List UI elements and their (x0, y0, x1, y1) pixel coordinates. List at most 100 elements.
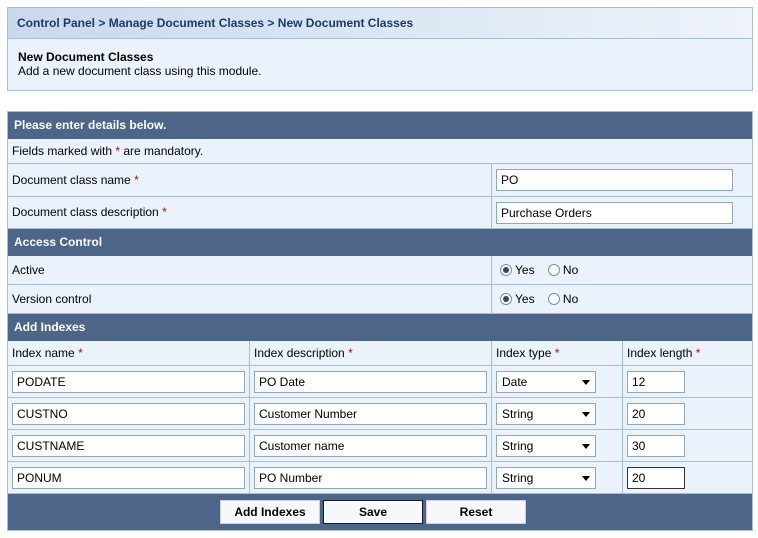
active-no-radio[interactable] (547, 263, 560, 276)
class-name-label: Document class name * (8, 173, 139, 187)
index-length-input[interactable]: 30 (627, 435, 685, 457)
index-length-input[interactable]: 12 (627, 371, 685, 393)
index-type-select[interactable]: String (496, 403, 596, 425)
index-row: PONUM PO Number String 20 (8, 462, 752, 494)
index-type-select[interactable]: String (496, 435, 596, 457)
mandatory-note-prefix: Fields marked with (12, 144, 116, 158)
button-bar: Add Indexes Save Reset (8, 494, 752, 530)
form-header: Please enter details below. (8, 112, 752, 139)
required-star: * (554, 346, 560, 360)
index-type-select[interactable]: Date (496, 371, 596, 393)
page-info: New Document Classes Add a new document … (8, 39, 752, 78)
active-yes-radio[interactable] (500, 263, 512, 276)
version-yes-radio[interactable] (500, 292, 512, 305)
mandatory-note-text: Fields marked with * are mandatory. (8, 144, 203, 158)
index-type-cell: String (492, 462, 623, 493)
index-length-cell: 20 (623, 462, 752, 493)
version-control-row: Version control Yes No (8, 285, 752, 314)
index-type-value: String (502, 407, 534, 421)
active-row: Active Yes No (8, 256, 752, 285)
class-description-input[interactable]: Purchase Orders (496, 202, 733, 224)
reset-button[interactable]: Reset (426, 500, 526, 524)
version-no-label[interactable]: No (563, 292, 578, 306)
index-length-header: Index length * (623, 346, 700, 360)
add-indexes-button[interactable]: Add Indexes (220, 500, 320, 524)
active-no-label[interactable]: No (563, 263, 578, 277)
index-name-cell: PONUM (8, 462, 250, 493)
version-yes-label[interactable]: Yes (515, 292, 535, 306)
index-type-header-text: Index type (496, 346, 552, 360)
index-type-value: String (502, 471, 534, 485)
breadcrumb-control-panel[interactable]: Control Panel (17, 16, 95, 30)
document-class-form: Please enter details below. Fields marke… (7, 111, 753, 531)
index-description-header: Index description * (250, 346, 353, 360)
dropdown-arrow-icon (582, 476, 590, 481)
index-length-input[interactable]: 20 (627, 403, 685, 425)
index-name-input[interactable]: CUSTNAME (12, 435, 245, 457)
index-name-input[interactable]: PONUM (12, 467, 245, 489)
version-no-radio[interactable] (547, 292, 560, 305)
index-length-input[interactable]: 20 (627, 467, 685, 489)
index-description-input[interactable]: Customer Number (254, 403, 487, 425)
index-row: CUSTNAME Customer name String 30 (8, 430, 752, 462)
version-control-label-cell: Version control (8, 285, 492, 313)
index-name-cell: CUSTNAME (8, 430, 250, 461)
index-type-select[interactable]: String (496, 467, 596, 489)
active-radio-cell: Yes No (492, 256, 752, 284)
breadcrumb: Control Panel > Manage Document Classes … (8, 8, 752, 39)
index-length-header-text: Index length (627, 346, 693, 360)
class-name-input-cell: PO (492, 164, 752, 196)
index-type-cell: String (492, 430, 623, 461)
required-star: * (162, 205, 167, 219)
index-type-header-cell: Index type * (492, 341, 623, 365)
index-row: PODATE PO Date Date 12 (8, 366, 752, 398)
index-name-cell: CUSTNO (8, 398, 250, 429)
class-name-input[interactable]: PO (496, 169, 733, 191)
page-title: New Document Classes (18, 50, 154, 64)
index-description-cell: PO Date (250, 366, 492, 397)
index-length-cell: 20 (623, 398, 752, 429)
index-length-header-cell: Index length * (623, 341, 752, 365)
class-description-label-text: Document class description (12, 205, 159, 219)
add-indexes-header-label: Add Indexes (14, 320, 86, 334)
index-type-value: String (502, 439, 534, 453)
class-name-row: Document class name * PO (8, 164, 752, 197)
breadcrumb-separator: > (95, 16, 109, 30)
class-name-label-text: Document class name (12, 173, 131, 187)
class-description-row: Document class description * Purchase Or… (8, 197, 752, 229)
header-panel: Control Panel > Manage Document Classes … (7, 7, 753, 91)
access-control-header: Access Control (8, 229, 752, 256)
breadcrumb-separator: > (264, 16, 278, 30)
save-button[interactable]: Save (323, 500, 423, 524)
active-radio-group: Yes No (500, 262, 588, 277)
dropdown-arrow-icon (582, 412, 590, 417)
index-description-input[interactable]: PO Number (254, 467, 487, 489)
index-type-header: Index type * (492, 346, 559, 360)
index-row: CUSTNO Customer Number String 20 (8, 398, 752, 430)
index-description-header-cell: Index description * (250, 341, 492, 365)
index-description-input[interactable]: Customer name (254, 435, 487, 457)
class-description-input-cell: Purchase Orders (492, 197, 752, 228)
active-label-cell: Active (8, 256, 492, 284)
form-header-label: Please enter details below. (14, 118, 167, 132)
class-name-label-cell: Document class name * (8, 164, 492, 196)
required-star: * (134, 173, 139, 187)
index-name-input[interactable]: PODATE (12, 371, 245, 393)
class-description-label: Document class description * (8, 205, 167, 219)
index-name-input[interactable]: CUSTNO (12, 403, 245, 425)
active-yes-label[interactable]: Yes (515, 263, 535, 277)
breadcrumb-manage-document-classes[interactable]: Manage Document Classes (109, 16, 264, 30)
version-control-radio-cell: Yes No (492, 285, 752, 313)
access-control-header-label: Access Control (14, 235, 103, 249)
index-type-value: Date (502, 375, 528, 389)
index-description-input[interactable]: PO Date (254, 371, 487, 393)
version-control-radio-group: Yes No (500, 291, 588, 306)
required-star: * (348, 346, 353, 360)
mandatory-note-suffix: are mandatory. (120, 144, 204, 158)
index-name-header: Index name * (8, 346, 83, 360)
class-description-label-cell: Document class description * (8, 197, 492, 228)
index-type-cell: Date (492, 366, 623, 397)
index-name-cell: PODATE (8, 366, 250, 397)
index-description-cell: Customer name (250, 430, 492, 461)
index-description-header-text: Index description (254, 346, 345, 360)
